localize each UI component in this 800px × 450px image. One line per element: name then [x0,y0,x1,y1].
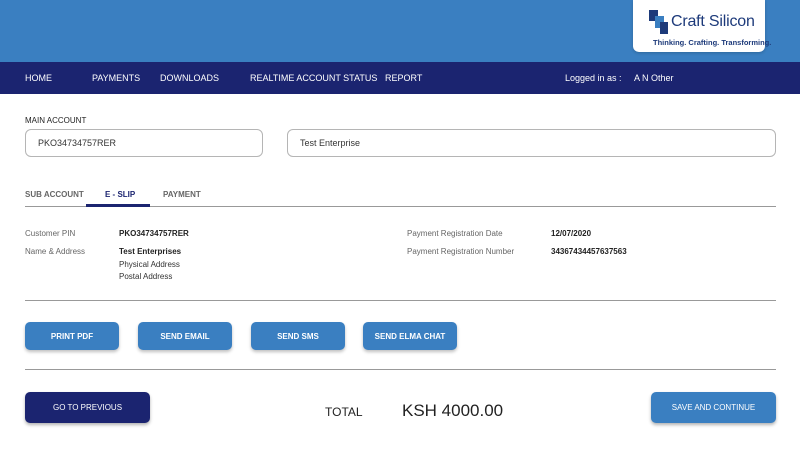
total-amount: KSH 4000.00 [402,401,504,420]
send-elma-chat-button[interactable]: SEND ELMA CHAT [363,322,457,350]
customer-pin-label: Customer PIN [25,229,76,238]
customer-pin-value: PKO34734757RER [119,229,189,238]
main-navbar: HOME PAYMENTS DOWNLOADS REALTIME ACCOUNT… [0,62,800,94]
save-and-continue-button[interactable]: SAVE AND CONTINUE [651,392,776,423]
tab-e-slip[interactable]: E - SLIP [105,190,135,199]
logo-mark-icon [649,10,668,34]
nav-item-home[interactable]: HOME [25,73,52,83]
print-pdf-button[interactable]: PRINT PDF [25,322,119,350]
logged-in-user[interactable]: A N Other [634,73,674,83]
tab-payment[interactable]: PAYMENT [163,190,201,199]
logged-in-label: Logged in as : [565,73,622,83]
tab-sub-account[interactable]: SUB ACCOUNT [25,190,84,199]
main-account-label: MAIN ACCOUNT [25,116,87,125]
brand-tagline: Thinking. Crafting. Transforming. [653,38,772,47]
postal-address-value: Postal Address [119,272,173,281]
name-address-label: Name & Address [25,247,86,256]
nav-item-payments[interactable]: PAYMENTS [92,73,140,83]
total-label: TOTAL [325,405,363,419]
nav-item-report[interactable]: REPORT [385,73,422,83]
nav-item-downloads[interactable]: DOWNLOADS [160,73,219,83]
registration-number-label: Payment Registration Number [407,247,515,256]
nav-item-realtime-account-status[interactable]: REALTIME ACCOUNT STATUS [250,73,377,83]
account-name-field[interactable] [287,129,776,157]
physical-address-value: Physical Address [119,260,180,269]
registration-date-value: 12/07/2020 [551,229,592,238]
customer-name-value: Test Enterprises [119,247,182,256]
brand-logo: Craft Silicon Thinking. Crafting. Transf… [633,0,771,52]
registration-date-label: Payment Registration Date [407,229,503,238]
go-to-previous-button[interactable]: GO TO PREVIOUS [25,392,150,423]
registration-number-value: 34367434457637563 [551,247,627,256]
send-sms-button[interactable]: SEND SMS [251,322,345,350]
actions-divider [25,369,776,370]
active-tab-indicator [86,204,150,207]
send-email-button[interactable]: SEND EMAIL [138,322,232,350]
brand-name: Craft Silicon [671,13,755,30]
account-number-field[interactable] [25,129,263,157]
details-divider [25,300,776,301]
